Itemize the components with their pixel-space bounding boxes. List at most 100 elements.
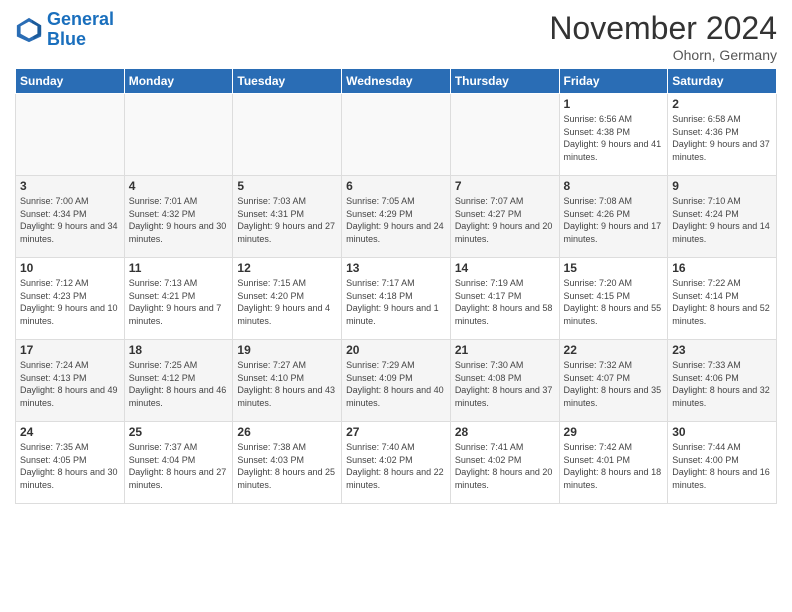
calendar-cell: 12Sunrise: 7:15 AMSunset: 4:20 PMDayligh… <box>233 258 342 340</box>
day-number: 4 <box>129 179 229 193</box>
column-header-sunday: Sunday <box>16 69 125 94</box>
calendar-cell: 4 Sunrise: 7:01 AMSunset: 4:32 PMDaylight… <box>124 176 233 258</box>
day-number: 3 <box>20 179 120 193</box>
calendar-cell: 21 Sunrise: 7:30 AMSunset: 4:08 PMDayligh… <box>450 340 559 422</box>
day-detail: Sunrise: 7:30 AMSunset: 4:08 PMDaylight:… <box>455 359 555 409</box>
day-number: 19 <box>237 343 337 357</box>
day-detail: Sunrise: 7:40 AMSunset: 4:02 PMDaylight:… <box>346 441 446 491</box>
day-number: 20 <box>346 343 446 357</box>
calendar-cell <box>342 94 451 176</box>
calendar-header-row: SundayMondayTuesdayWednesdayThursdayFrid… <box>16 69 777 94</box>
day-number: 16 <box>672 261 772 275</box>
calendar-week-4: 17 Sunrise: 7:24 AMSunset: 4:13 PMDayligh… <box>16 340 777 422</box>
logo: General Blue <box>15 10 114 50</box>
calendar-week-1: 1Sunrise: 6:56 AMSunset: 4:38 PMDaylight… <box>16 94 777 176</box>
day-number: 13 <box>346 261 446 275</box>
day-detail: Sunrise: 7:15 AMSunset: 4:20 PMDaylight:… <box>237 277 337 327</box>
calendar-cell: 7Sunrise: 7:07 AMSunset: 4:27 PMDaylight… <box>450 176 559 258</box>
day-number: 18 <box>129 343 229 357</box>
column-header-wednesday: Wednesday <box>342 69 451 94</box>
day-number: 10 <box>20 261 120 275</box>
day-number: 14 <box>455 261 555 275</box>
calendar-cell: 3 Sunrise: 7:00 AMSunset: 4:34 PMDaylight… <box>16 176 125 258</box>
calendar-cell <box>16 94 125 176</box>
day-detail: Sunrise: 7:12 AMSunset: 4:23 PMDaylight:… <box>20 277 120 327</box>
calendar-cell: 25 Sunrise: 7:37 AMSunset: 4:04 PMDayligh… <box>124 422 233 504</box>
day-detail: Sunrise: 7:29 AMSunset: 4:09 PMDaylight:… <box>346 359 446 409</box>
day-detail: Sunrise: 7:17 AMSunset: 4:18 PMDaylight:… <box>346 277 446 327</box>
day-detail: Sunrise: 7:24 AMSunset: 4:13 PMDaylight:… <box>20 359 120 409</box>
day-detail: Sunrise: 7:01 AMSunset: 4:32 PMDaylight:… <box>129 195 229 245</box>
calendar-cell: 1Sunrise: 6:56 AMSunset: 4:38 PMDaylight… <box>559 94 668 176</box>
day-detail: Sunrise: 7:37 AMSunset: 4:04 PMDaylight:… <box>129 441 229 491</box>
day-detail: Sunrise: 7:20 AMSunset: 4:15 PMDaylight:… <box>564 277 664 327</box>
calendar-cell <box>233 94 342 176</box>
calendar-cell: 30 Sunrise: 7:44 AMSunset: 4:00 PMDayligh… <box>668 422 777 504</box>
day-number: 25 <box>129 425 229 439</box>
day-detail: Sunrise: 7:05 AMSunset: 4:29 PMDaylight:… <box>346 195 446 245</box>
logo-blue: Blue <box>47 29 86 49</box>
column-header-tuesday: Tuesday <box>233 69 342 94</box>
day-detail: Sunrise: 7:38 AMSunset: 4:03 PMDaylight:… <box>237 441 337 491</box>
day-number: 1 <box>564 97 664 111</box>
day-number: 22 <box>564 343 664 357</box>
logo-text: General Blue <box>47 10 114 50</box>
day-detail: Sunrise: 7:35 AMSunset: 4:05 PMDaylight:… <box>20 441 120 491</box>
calendar-cell <box>124 94 233 176</box>
day-number: 6 <box>346 179 446 193</box>
day-number: 30 <box>672 425 772 439</box>
day-number: 23 <box>672 343 772 357</box>
calendar-cell: 16 Sunrise: 7:22 AMSunset: 4:14 PMDayligh… <box>668 258 777 340</box>
day-detail: Sunrise: 7:41 AMSunset: 4:02 PMDaylight:… <box>455 441 555 491</box>
calendar-cell: 9Sunrise: 7:10 AMSunset: 4:24 PMDaylight… <box>668 176 777 258</box>
column-header-monday: Monday <box>124 69 233 94</box>
calendar-cell: 11 Sunrise: 7:13 AMSunset: 4:21 PMDayligh… <box>124 258 233 340</box>
column-header-friday: Friday <box>559 69 668 94</box>
column-header-thursday: Thursday <box>450 69 559 94</box>
day-number: 24 <box>20 425 120 439</box>
calendar-cell: 5Sunrise: 7:03 AMSunset: 4:31 PMDaylight… <box>233 176 342 258</box>
calendar-cell: 14 Sunrise: 7:19 AMSunset: 4:17 PMDayligh… <box>450 258 559 340</box>
calendar-cell: 29Sunrise: 7:42 AMSunset: 4:01 PMDayligh… <box>559 422 668 504</box>
calendar-cell: 28 Sunrise: 7:41 AMSunset: 4:02 PMDayligh… <box>450 422 559 504</box>
day-number: 11 <box>129 261 229 275</box>
day-number: 9 <box>672 179 772 193</box>
day-detail: Sunrise: 7:44 AMSunset: 4:00 PMDaylight:… <box>672 441 772 491</box>
calendar-cell: 27Sunrise: 7:40 AMSunset: 4:02 PMDayligh… <box>342 422 451 504</box>
calendar-cell: 24 Sunrise: 7:35 AMSunset: 4:05 PMDayligh… <box>16 422 125 504</box>
calendar-cell: 18 Sunrise: 7:25 AMSunset: 4:12 PMDayligh… <box>124 340 233 422</box>
calendar-cell: 13 Sunrise: 7:17 AMSunset: 4:18 PMDayligh… <box>342 258 451 340</box>
header: General Blue November 2024 Ohorn, German… <box>15 10 777 63</box>
day-detail: Sunrise: 7:22 AMSunset: 4:14 PMDaylight:… <box>672 277 772 327</box>
calendar-cell <box>450 94 559 176</box>
day-detail: Sunrise: 7:19 AMSunset: 4:17 PMDaylight:… <box>455 277 555 327</box>
month-title: November 2024 <box>549 10 777 47</box>
day-number: 28 <box>455 425 555 439</box>
day-number: 7 <box>455 179 555 193</box>
calendar-cell: 22 Sunrise: 7:32 AMSunset: 4:07 PMDayligh… <box>559 340 668 422</box>
calendar-table: SundayMondayTuesdayWednesdayThursdayFrid… <box>15 68 777 504</box>
calendar-cell: 17 Sunrise: 7:24 AMSunset: 4:13 PMDayligh… <box>16 340 125 422</box>
title-block: November 2024 Ohorn, Germany <box>549 10 777 63</box>
calendar-cell: 20 Sunrise: 7:29 AMSunset: 4:09 PMDayligh… <box>342 340 451 422</box>
calendar-cell: 2Sunrise: 6:58 AMSunset: 4:36 PMDaylight… <box>668 94 777 176</box>
day-number: 29 <box>564 425 664 439</box>
day-detail: Sunrise: 7:25 AMSunset: 4:12 PMDaylight:… <box>129 359 229 409</box>
day-number: 21 <box>455 343 555 357</box>
day-number: 17 <box>20 343 120 357</box>
calendar-cell: 15Sunrise: 7:20 AMSunset: 4:15 PMDayligh… <box>559 258 668 340</box>
day-detail: Sunrise: 7:27 AMSunset: 4:10 PMDaylight:… <box>237 359 337 409</box>
page-container: General Blue November 2024 Ohorn, German… <box>0 0 792 514</box>
logo-general: General <box>47 9 114 29</box>
day-number: 2 <box>672 97 772 111</box>
calendar-week-5: 24 Sunrise: 7:35 AMSunset: 4:05 PMDayligh… <box>16 422 777 504</box>
day-detail: Sunrise: 7:33 AMSunset: 4:06 PMDaylight:… <box>672 359 772 409</box>
day-detail: Sunrise: 7:32 AMSunset: 4:07 PMDaylight:… <box>564 359 664 409</box>
logo-icon <box>15 16 43 44</box>
calendar-cell: 10 Sunrise: 7:12 AMSunset: 4:23 PMDayligh… <box>16 258 125 340</box>
day-detail: Sunrise: 7:00 AMSunset: 4:34 PMDaylight:… <box>20 195 120 245</box>
location: Ohorn, Germany <box>549 47 777 63</box>
calendar-cell: 8Sunrise: 7:08 AMSunset: 4:26 PMDaylight… <box>559 176 668 258</box>
day-detail: Sunrise: 7:13 AMSunset: 4:21 PMDaylight:… <box>129 277 229 327</box>
day-number: 26 <box>237 425 337 439</box>
